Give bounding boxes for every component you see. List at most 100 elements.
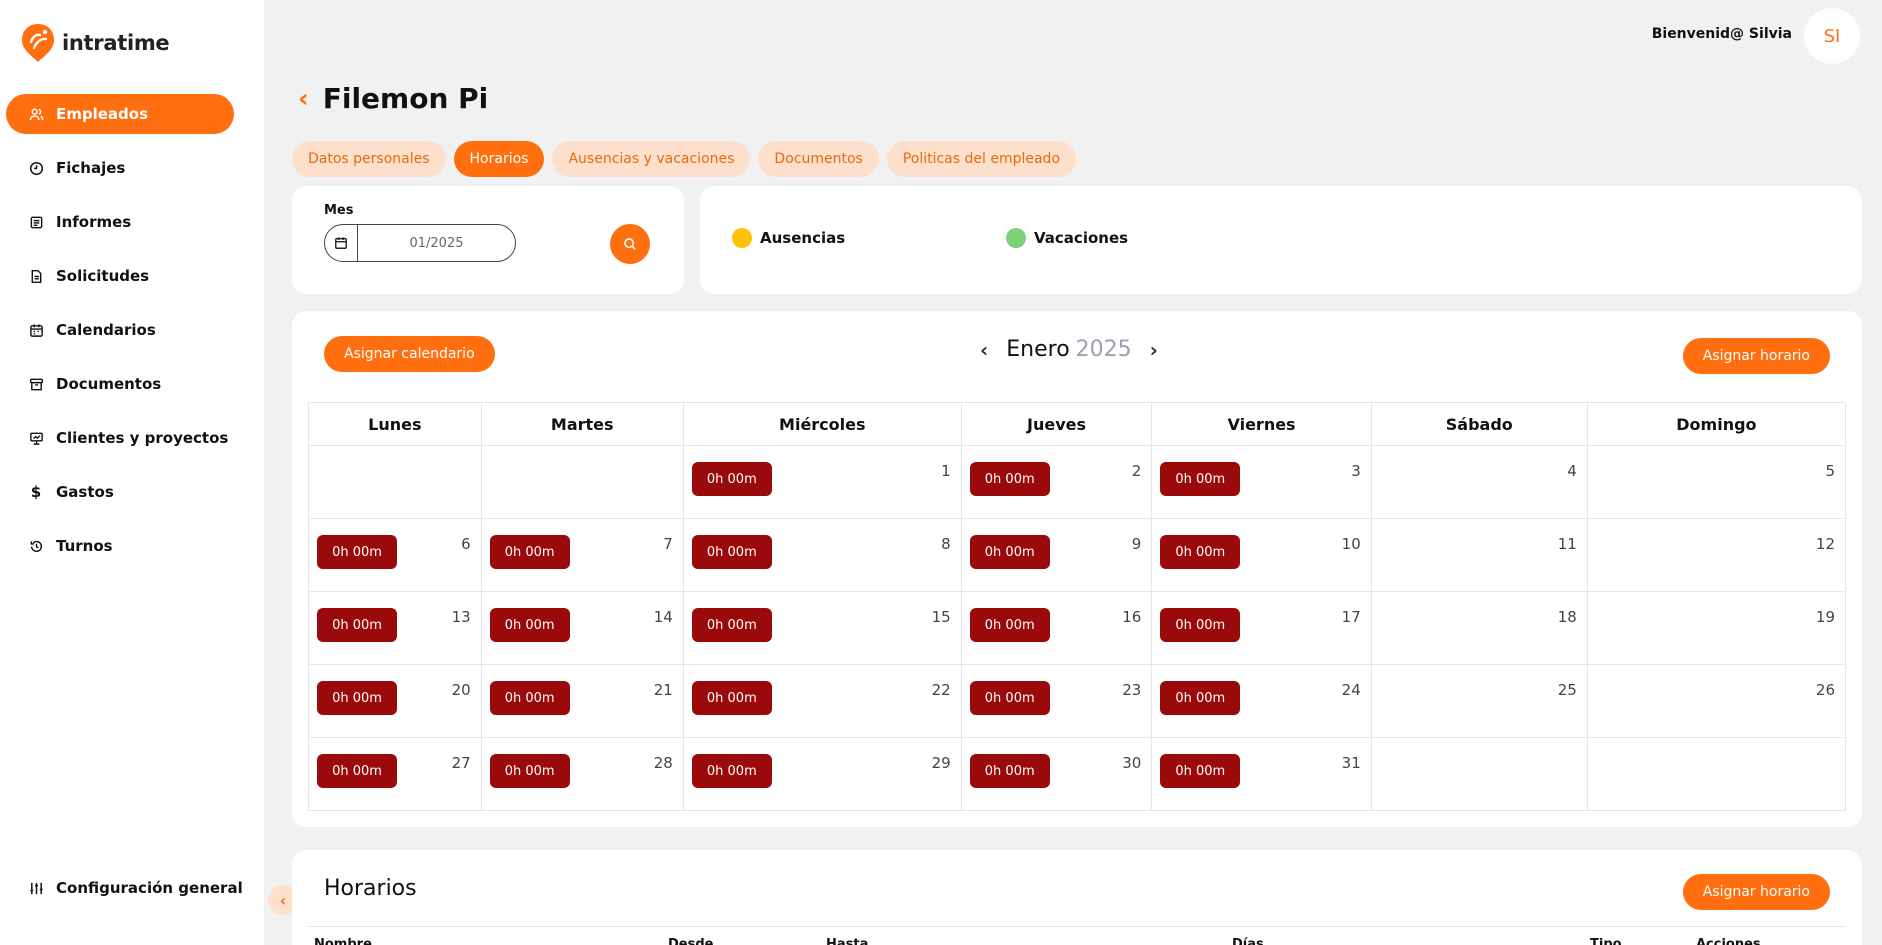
tab-politicas-del-empleado[interactable]: Politicas del empleado: [886, 141, 1077, 177]
calendar-day-cell[interactable]: 0h 00m 17: [1151, 591, 1372, 665]
day-number: 4: [1567, 462, 1577, 480]
calendar-day-cell[interactable]: 0h 00m 1: [682, 445, 962, 519]
calendar-day-cell[interactable]: 0h 00m 29: [682, 737, 962, 811]
tab-documentos[interactable]: Documentos: [758, 141, 879, 177]
calendar-day-cell[interactable]: 0h 00m 9: [960, 518, 1153, 592]
worked-hours-badge[interactable]: 0h 00m: [317, 535, 397, 569]
worked-hours-badge[interactable]: 0h 00m: [691, 608, 772, 642]
sidebar-item-fichajes[interactable]: Fichajes: [6, 148, 234, 188]
sidebar-item-gastos[interactable]: $ Gastos: [6, 472, 234, 512]
worked-hours-badge[interactable]: 0h 00m: [691, 462, 772, 496]
calendar-day-cell[interactable]: 19: [1586, 591, 1847, 665]
calendar-day-cell[interactable]: 12: [1586, 518, 1847, 592]
calendar-day-cell[interactable]: 0h 00m 21: [480, 664, 684, 738]
worked-hours-badge[interactable]: 0h 00m: [691, 535, 772, 569]
sidebar-item-solicitudes[interactable]: Solicitudes: [6, 256, 234, 296]
tab-horarios[interactable]: Horarios: [453, 141, 545, 177]
calendar-day-cell[interactable]: 25: [1370, 664, 1588, 738]
day-number: 5: [1825, 462, 1835, 480]
avatar[interactable]: SI: [1804, 8, 1860, 64]
calendar-day-cell[interactable]: 0h 00m 14: [480, 591, 684, 665]
worked-hours-badge[interactable]: 0h 00m: [1160, 754, 1241, 788]
day-number: 15: [931, 608, 951, 626]
month-name: Enero: [1006, 337, 1070, 362]
assign-schedule-button[interactable]: Asignar horario: [1682, 338, 1830, 374]
column-header: Tipo: [1590, 937, 1622, 945]
calendar-day-cell[interactable]: 0h 00m 23: [960, 664, 1153, 738]
calendar-day-cell[interactable]: 0h 00m 2: [960, 445, 1153, 519]
sidebar-item-informes[interactable]: Informes: [6, 202, 234, 242]
worked-hours-badge[interactable]: 0h 00m: [1160, 608, 1241, 642]
calendar-day-cell[interactable]: 0h 00m 3: [1151, 445, 1372, 519]
legend-vacaciones: Vacaciones: [1006, 228, 1128, 248]
calendar-empty-cell: [1586, 737, 1847, 811]
calendar-day-cell[interactable]: 5: [1586, 445, 1847, 519]
sidebar-item-empleados[interactable]: Empleados: [6, 94, 234, 134]
worked-hours-badge[interactable]: 0h 00m: [317, 681, 397, 715]
calendar-day-cell[interactable]: 0h 00m 7: [480, 518, 684, 592]
month-input[interactable]: 01/2025: [324, 224, 516, 262]
assign-schedule-button[interactable]: Asignar horario: [1682, 874, 1830, 910]
calendar-day-cell[interactable]: 4: [1370, 445, 1588, 519]
weekday-header: Miércoles: [682, 402, 962, 446]
sidebar-item-configuracion-general[interactable]: Configuración general: [6, 868, 246, 908]
assign-calendar-button[interactable]: Asignar calendario: [324, 336, 495, 372]
calendar-week-row: 0h 00m 27 0h 00m 28 0h 00m 29 0h 00m 30 0h 00m 31: [308, 737, 1847, 811]
calendar-day-cell[interactable]: 0h 00m 22: [682, 664, 962, 738]
chevron-right-icon[interactable]: ›: [1150, 338, 1158, 362]
sidebar-item-label: Fichajes: [56, 159, 126, 177]
worked-hours-badge[interactable]: 0h 00m: [691, 681, 772, 715]
tab-ausencias-y-vacaciones[interactable]: Ausencias y vacaciones: [552, 141, 751, 177]
column-header: Desde: [668, 937, 714, 945]
worked-hours-badge[interactable]: 0h 00m: [969, 681, 1050, 715]
worked-hours-badge[interactable]: 0h 00m: [969, 608, 1050, 642]
worked-hours-badge[interactable]: 0h 00m: [1160, 535, 1241, 569]
calendar-day-cell[interactable]: 11: [1370, 518, 1588, 592]
calendar-day-cell[interactable]: 0h 00m 27: [308, 737, 482, 811]
worked-hours-badge[interactable]: 0h 00m: [317, 754, 397, 788]
calendar-day-cell[interactable]: 0h 00m 8: [682, 518, 962, 592]
calendar-day-cell[interactable]: 0h 00m 6: [308, 518, 482, 592]
calendar-day-cell[interactable]: 0h 00m 20: [308, 664, 482, 738]
employee-tabs: Datos personales Horarios Ausencias y va…: [292, 141, 1077, 177]
calendar-day-cell[interactable]: 0h 00m 16: [960, 591, 1153, 665]
tab-datos-personales[interactable]: Datos personales: [292, 141, 446, 177]
calendar-day-cell[interactable]: 0h 00m 30: [960, 737, 1153, 811]
sidebar-item-calendarios[interactable]: Calendarios: [6, 310, 234, 350]
document-icon: [28, 268, 44, 284]
worked-hours-badge[interactable]: 0h 00m: [489, 754, 570, 788]
calendar-day-cell[interactable]: 26: [1586, 664, 1847, 738]
calendar-week-row: 0h 00m 13 0h 00m 14 0h 00m 15 0h 00m 16 0h 00m 17…: [308, 591, 1847, 665]
legend-label: Ausencias: [760, 229, 846, 247]
calendar-day-cell[interactable]: 0h 00m 10: [1151, 518, 1372, 592]
worked-hours-badge[interactable]: 0h 00m: [489, 608, 570, 642]
calendar-day-cell[interactable]: 0h 00m 28: [480, 737, 684, 811]
calendar-day-cell[interactable]: 0h 00m 24: [1151, 664, 1372, 738]
chevron-left-icon[interactable]: ‹: [980, 338, 988, 362]
day-number: 29: [931, 754, 951, 772]
calendar-day-cell[interactable]: 0h 00m 31: [1151, 737, 1372, 811]
day-number: 9: [1131, 535, 1142, 553]
worked-hours-badge[interactable]: 0h 00m: [1160, 681, 1241, 715]
logo[interactable]: intratime: [20, 22, 170, 64]
worked-hours-badge[interactable]: 0h 00m: [691, 754, 772, 788]
day-number: 1: [941, 462, 951, 480]
dollar-icon: $: [30, 483, 42, 501]
worked-hours-badge[interactable]: 0h 00m: [489, 681, 570, 715]
chevron-left-icon[interactable]: ‹: [298, 86, 309, 112]
worked-hours-badge[interactable]: 0h 00m: [969, 535, 1050, 569]
day-number: 3: [1351, 462, 1361, 480]
calendar-day-cell[interactable]: 0h 00m 15: [682, 591, 962, 665]
calendar-day-cell[interactable]: 0h 00m 13: [308, 591, 482, 665]
sidebar-item-turnos[interactable]: Turnos: [6, 526, 234, 566]
worked-hours-badge[interactable]: 0h 00m: [1160, 462, 1241, 496]
sidebar-item-documentos[interactable]: Documentos: [6, 364, 234, 404]
calendar-day-cell[interactable]: 18: [1370, 591, 1588, 665]
archive-icon: [28, 376, 44, 392]
sidebar-item-clientes-y-proyectos[interactable]: Clientes y proyectos: [6, 418, 234, 458]
worked-hours-badge[interactable]: 0h 00m: [969, 462, 1050, 496]
worked-hours-badge[interactable]: 0h 00m: [317, 608, 397, 642]
search-button[interactable]: [610, 224, 650, 264]
worked-hours-badge[interactable]: 0h 00m: [489, 535, 570, 569]
worked-hours-badge[interactable]: 0h 00m: [969, 754, 1050, 788]
